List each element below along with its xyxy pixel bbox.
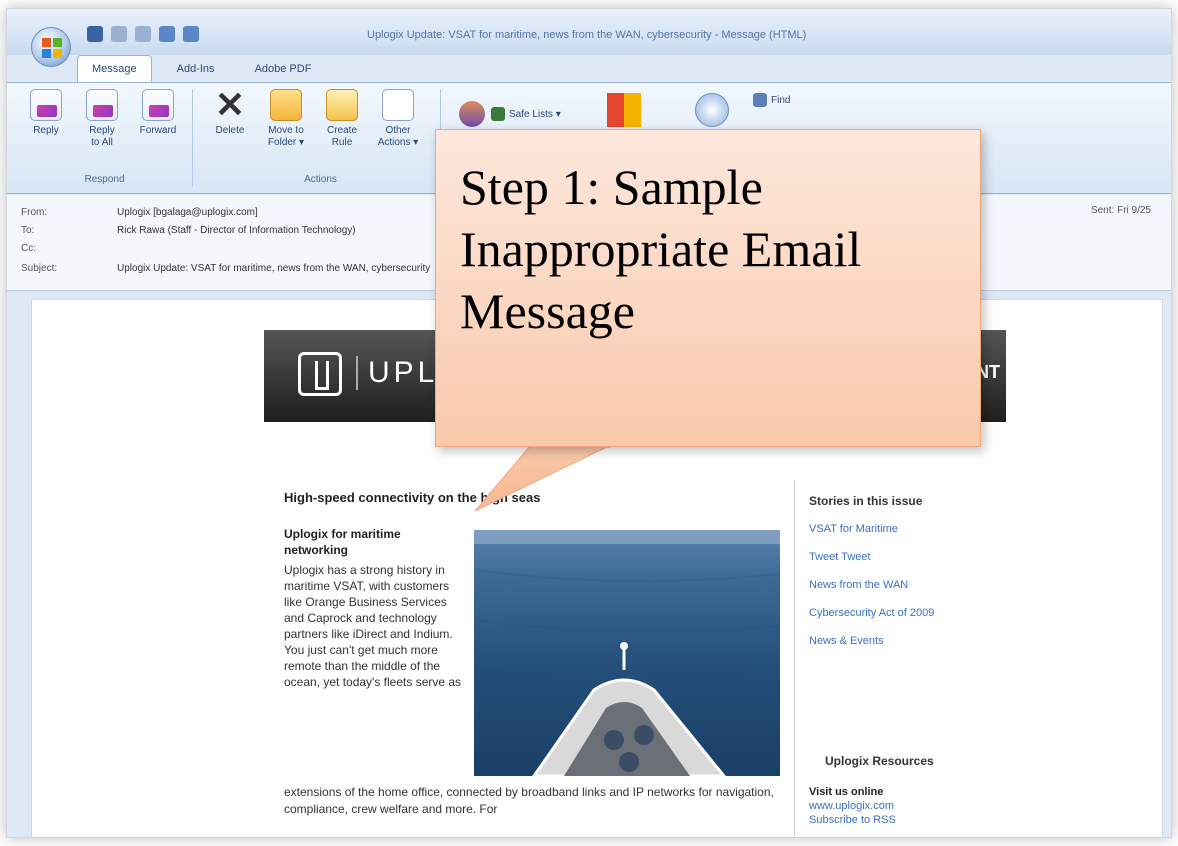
callout-box: Step 1: Sample Inappropriate Email Messa…: [435, 129, 981, 447]
to-row: To: Rick Rawa (Staff - Director of Infor…: [21, 225, 356, 236]
subject-row: Subject: Uplogix Update: VSAT for mariti…: [21, 263, 430, 274]
reply-all-icon: [86, 89, 118, 121]
article-body: Uplogix has a strong history in maritime…: [284, 563, 462, 689]
subject-value: Uplogix Update: VSAT for maritime, news …: [117, 263, 431, 274]
story-link-cybersecurity[interactable]: Cybersecurity Act of 2009: [809, 606, 984, 620]
from-label: From:: [21, 207, 48, 218]
rule-icon: [326, 89, 358, 121]
forward-icon: [142, 89, 174, 121]
stories-title: Stories in this issue: [809, 494, 923, 508]
redo-icon[interactable]: [135, 26, 151, 42]
delete-label: Delete: [215, 125, 245, 136]
delete-button[interactable]: ✕ Delete: [205, 84, 255, 137]
reply-all-button[interactable]: Reply to All: [77, 89, 127, 149]
sent-value: Fri 9/25: [1117, 205, 1151, 216]
block-sender-icon[interactable]: [459, 101, 485, 127]
move-to-folder-button[interactable]: Move to Folder ▾: [261, 89, 311, 149]
resources-title: Uplogix Resources: [825, 754, 934, 768]
tab-add-ins[interactable]: Add-Ins: [162, 55, 230, 83]
ship-bow-photo: [474, 530, 780, 776]
folder-icon: [270, 89, 302, 121]
title-bar: Uplogix Update: VSAT for maritime, news …: [7, 9, 1171, 55]
tab-message[interactable]: Message: [77, 55, 152, 83]
other-actions-label: Other Actions ▾: [377, 125, 419, 148]
delete-icon: ✕: [214, 84, 246, 125]
up-arrow-icon[interactable]: [159, 26, 175, 42]
office-button[interactable]: [31, 27, 71, 67]
cc-row: Cc:: [21, 243, 117, 254]
callout-pointer: [474, 445, 611, 512]
forward-button[interactable]: Forward: [133, 89, 183, 137]
story-link-events[interactable]: News & Events: [809, 634, 984, 648]
reply-icon: [30, 89, 62, 121]
move-to-folder-label: Move to Folder ▾: [267, 125, 305, 148]
office-logo-icon: [42, 38, 62, 58]
story-link-wan[interactable]: News from the WAN: [809, 578, 984, 592]
ribbon-tabs: Message Add-Ins Adobe PDF: [77, 55, 326, 83]
follow-up-button[interactable]: [695, 93, 729, 127]
categorize-button[interactable]: [607, 93, 641, 127]
stories-sidebar: Stories in this issue VSAT for Maritime …: [794, 480, 984, 837]
subject-label: Subject:: [21, 263, 58, 274]
quick-access-toolbar: [87, 23, 199, 45]
sent-field: Sent: Fri 9/25: [1091, 205, 1151, 216]
safe-lists-button[interactable]: Safe Lists ▾: [491, 107, 561, 121]
rss-link[interactable]: Subscribe to RSS: [809, 814, 896, 826]
callout-text: Step 1: Sample Inappropriate Email Messa…: [460, 159, 862, 339]
ship-illustration: [474, 530, 780, 776]
reply-all-label: Reply to All: [89, 125, 115, 148]
safe-lists-icon: [491, 107, 505, 121]
actions-group: ✕ Delete Move to Folder ▾ Create Rule Ot…: [201, 84, 441, 187]
safe-lists-label: Safe Lists ▾: [509, 108, 561, 120]
to-value[interactable]: Rick Rawa (Staff - Director of Informati…: [117, 225, 356, 236]
other-actions-button[interactable]: Other Actions ▾: [373, 89, 423, 149]
reply-button[interactable]: Reply: [21, 89, 71, 137]
to-label: To:: [21, 225, 35, 236]
story-link-tweet[interactable]: Tweet Tweet: [809, 550, 984, 564]
article-body-continued: extensions of the home office, connected…: [284, 785, 774, 816]
respond-group-label: Respond: [84, 174, 125, 185]
save-icon[interactable]: [87, 26, 103, 42]
tab-adobe-pdf[interactable]: Adobe PDF: [240, 55, 327, 83]
visit-title: Visit us online: [809, 786, 884, 798]
down-arrow-icon[interactable]: [183, 26, 199, 42]
uplogix-logo-icon: [298, 352, 342, 396]
from-row: From: Uplogix [bgalaga@uplogix.com]: [21, 207, 258, 218]
undo-icon[interactable]: [111, 26, 127, 42]
actions-group-label: Actions: [304, 174, 337, 185]
from-value[interactable]: Uplogix [bgalaga@uplogix.com]: [117, 207, 258, 218]
outlook-window: Uplogix Update: VSAT for maritime, news …: [6, 8, 1172, 838]
categorize-icon: [607, 93, 641, 127]
story-link-vsat[interactable]: VSAT for Maritime: [809, 522, 984, 536]
respond-group: Reply Reply to All Forward Respond: [17, 89, 193, 187]
sent-label: Sent:: [1090, 205, 1115, 216]
forward-label: Forward: [139, 125, 177, 136]
create-rule-label: Create Rule: [326, 125, 357, 148]
cc-label: Cc:: [21, 243, 36, 254]
create-rule-button[interactable]: Create Rule: [317, 89, 367, 149]
find-label: Find: [771, 94, 791, 106]
other-actions-icon: [382, 89, 414, 121]
window-title: Uplogix Update: VSAT for maritime, news …: [367, 29, 807, 41]
find-icon: [753, 93, 767, 107]
website-link[interactable]: www.uplogix.com: [809, 800, 894, 812]
find-button[interactable]: Find: [753, 93, 790, 107]
reply-label: Reply: [33, 125, 59, 136]
article-title: Uplogix for maritime networking: [284, 527, 401, 557]
